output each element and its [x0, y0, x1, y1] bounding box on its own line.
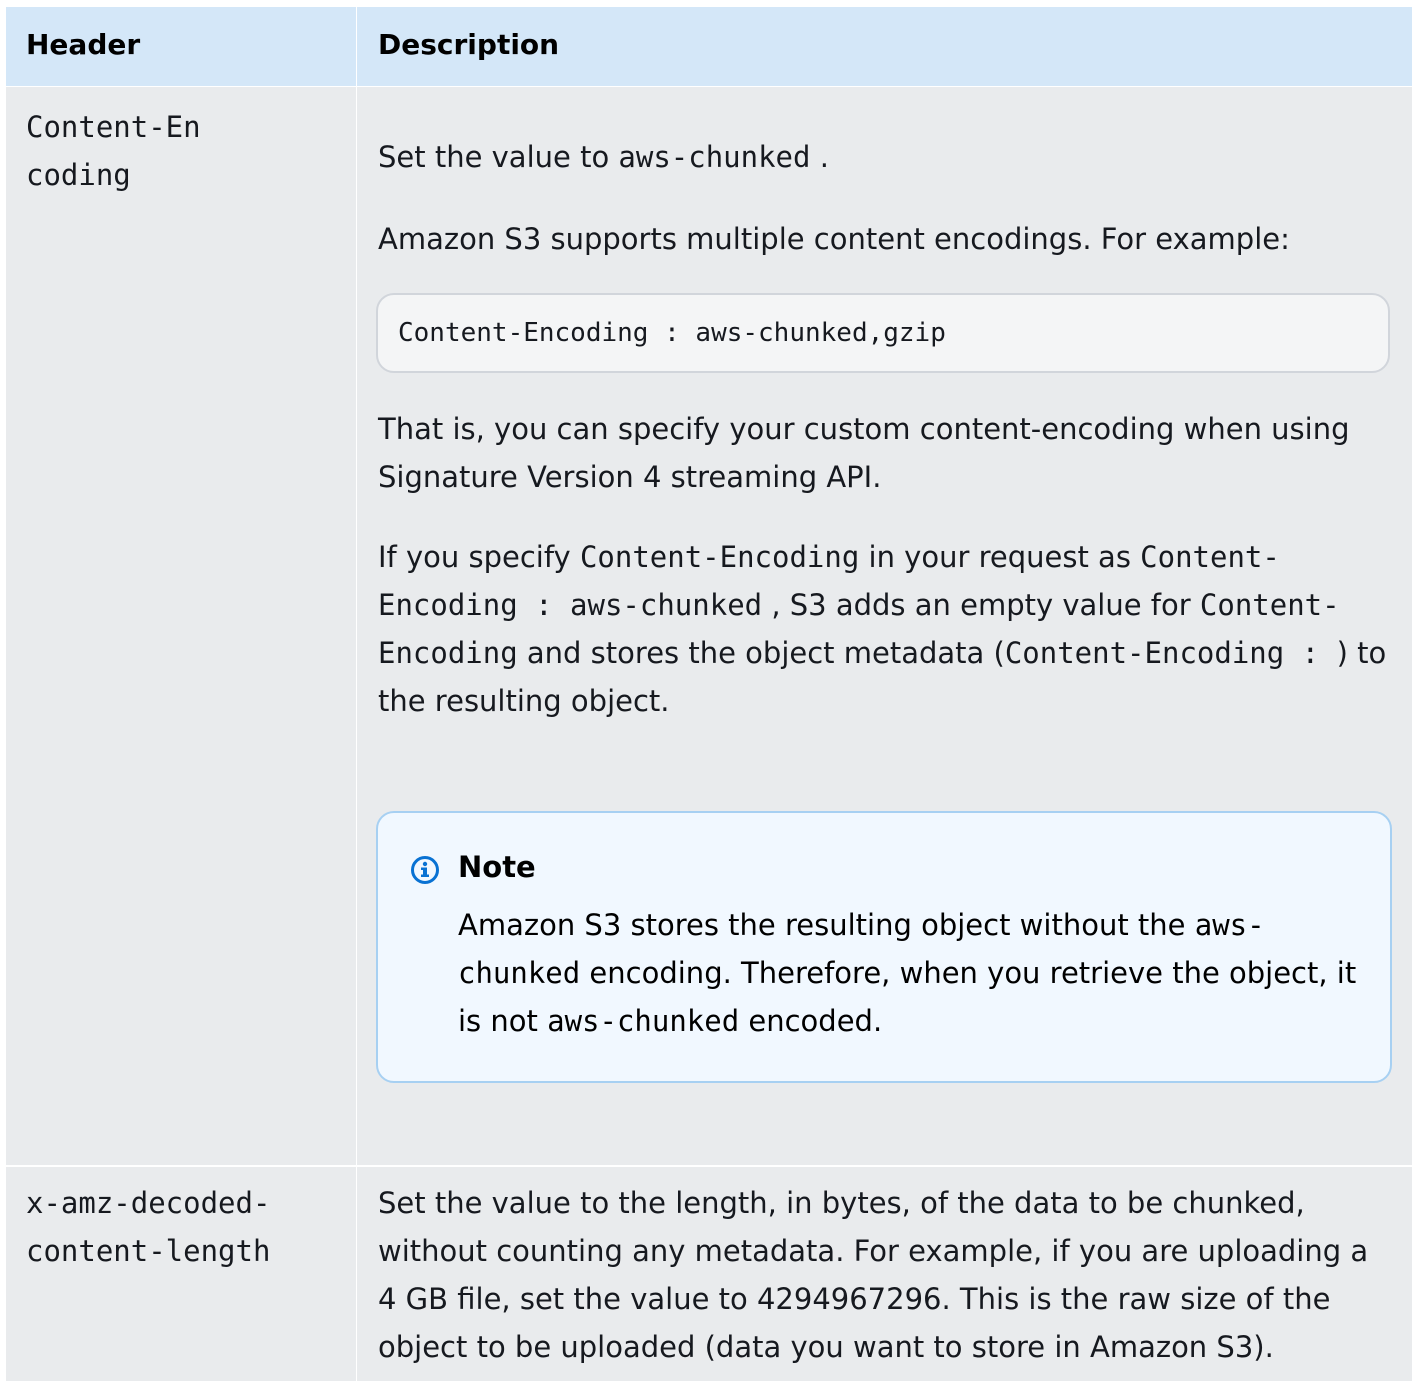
note-body: Amazon S3 stores the resulting object wi… — [458, 901, 1368, 1045]
note-callout: Note Amazon S3 stores the resulting obje… — [376, 811, 1392, 1083]
description-paragraph: Amazon S3 supports multiple content enco… — [378, 222, 1290, 256]
description-paragraph: If you specify Content-Encoding in your … — [378, 533, 1398, 725]
text: Amazon S3 stores the resulting object wi… — [458, 908, 1195, 942]
note-title: Note — [458, 850, 536, 884]
text: If you specify — [378, 540, 580, 574]
inline-code: Content-Encoding — [579, 540, 860, 574]
inline-code: Content-Encoding : — [1004, 636, 1337, 670]
table-header-row: Header Description — [6, 7, 1412, 86]
text: Set the value to — [378, 140, 619, 174]
column-header-description: Description — [378, 28, 560, 61]
column-divider — [356, 7, 357, 86]
column-divider — [356, 87, 357, 1165]
info-icon — [411, 856, 439, 884]
inline-code: aws-chunked — [618, 140, 811, 174]
header-cell-content-encoding: Content-Encoding — [26, 110, 201, 192]
text: . — [810, 140, 829, 174]
text: and stores the object metadata ( — [517, 636, 1005, 670]
code-block-text: Content-Encoding : aws-chunked,gzip — [398, 318, 946, 348]
column-header-header: Header — [26, 28, 141, 61]
table-row: Content-Encoding Set the value to aws-ch… — [6, 87, 1412, 1165]
text: in your request as — [859, 540, 1141, 574]
description-paragraph: That is, you can specify your custom con… — [378, 412, 1350, 494]
text: encoded. — [739, 1004, 883, 1038]
description-paragraph: Set the value to aws-chunked . — [378, 133, 1398, 181]
header-cell-decoded-content-length: x-amz-decoded-content-length — [26, 1186, 271, 1268]
code-block: Content-Encoding : aws-chunked,gzip — [376, 293, 1390, 373]
headers-table: Header Description Content-Encoding Set … — [6, 7, 1412, 1381]
inline-code: aws-chunked — [547, 1004, 740, 1038]
text: , S3 adds an empty value for — [762, 588, 1200, 622]
column-divider — [356, 1167, 357, 1381]
table-row: x-amz-decoded-content-length Set the val… — [6, 1167, 1412, 1381]
description-paragraph: Set the value to the length, in bytes, o… — [378, 1186, 1369, 1364]
